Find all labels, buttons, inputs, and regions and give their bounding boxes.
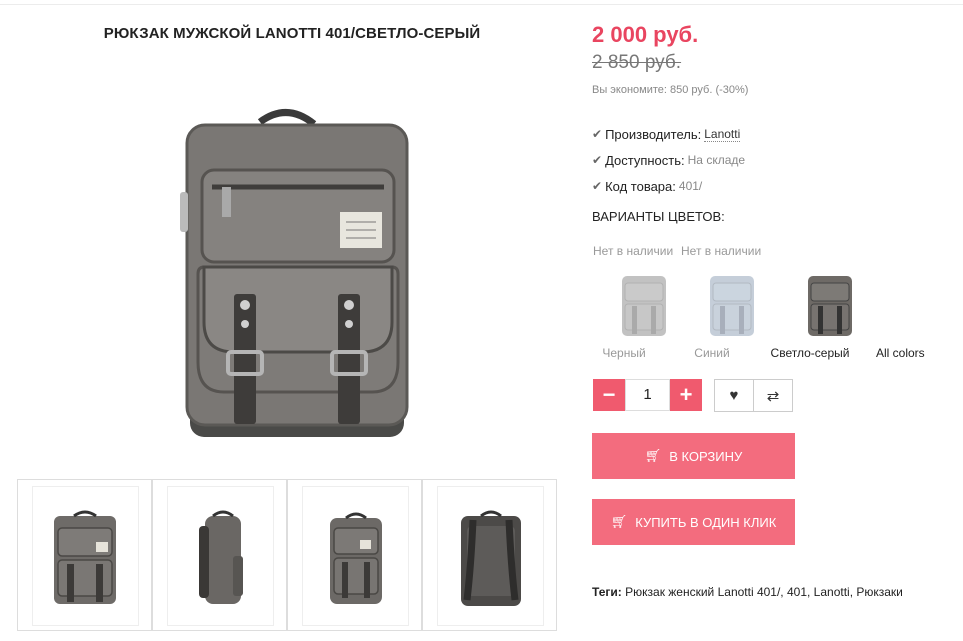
product-title: РЮКЗАК МУЖСКОЙ LANOTTI 401/СВЕТЛО-СЕРЫЙ <box>103 25 481 42</box>
stock-status-blue: Нет в наличии <box>681 244 762 258</box>
all-colors-link[interactable]: All colors <box>876 346 925 360</box>
product-code-value: 401/ <box>678 179 703 193</box>
variant-light-grey[interactable]: Светло-серый <box>771 270 870 360</box>
check-icon: ✔ <box>592 153 603 167</box>
cart-icon: 🛒︎ <box>644 448 662 463</box>
wishlist-button[interactable]: ♥ <box>714 379 754 412</box>
thumbnail-front[interactable] <box>17 479 152 631</box>
add-to-cart-button[interactable]: 🛒︎ В КОРЗИНУ <box>592 433 795 479</box>
variant-label: Черный <box>602 346 646 360</box>
old-price: 2 850 руб. <box>592 52 682 73</box>
thumbnail-back[interactable] <box>422 479 557 631</box>
variant-label: Светло-серый <box>770 346 850 360</box>
product-tags: Теги: Рюкзак женский Lanotti 401/, 401, … <box>592 585 903 599</box>
stock-status-black: Нет в наличии <box>593 244 674 258</box>
quantity-decrease-button[interactable]: − <box>593 379 625 411</box>
savings-text: Вы экономите: 850 руб. (-30%) <box>592 84 749 96</box>
variants-heading: ВАРИАНТЫ ЦВЕТОВ: <box>592 209 725 224</box>
compare-arrows-icon: ⇄ <box>766 387 780 405</box>
availability-value: На складе <box>687 153 746 167</box>
variant-blue[interactable]: Синий <box>692 270 772 360</box>
check-icon: ✔ <box>592 127 603 141</box>
variant-label: Синий <box>694 346 730 360</box>
tags-label: Теги: <box>592 585 622 599</box>
main-product-image[interactable] <box>112 62 462 467</box>
buy-one-click-button[interactable]: 🛒︎ КУПИТЬ В ОДИН КЛИК <box>592 499 795 545</box>
spec-availability: ✔ Доступность: На складе <box>592 147 745 173</box>
buy-one-click-label: КУПИТЬ В ОДИН КЛИК <box>635 514 777 530</box>
cart-icon: 🛒︎ <box>610 514 628 529</box>
tags-links[interactable]: Рюкзак женский Lanotti 401/, 401, Lanott… <box>625 585 903 599</box>
spec-label: Доступность: <box>605 152 685 168</box>
thumbnail-strip <box>17 479 557 631</box>
manufacturer-link[interactable]: Lanotti <box>704 127 741 142</box>
quantity-increase-button[interactable]: + <box>670 379 702 411</box>
thumbnail-angle[interactable] <box>287 479 422 631</box>
spec-manufacturer: ✔ Производитель: Lanotti <box>592 121 745 147</box>
spec-label: Код товара: <box>605 178 676 194</box>
add-to-cart-label: В КОРЗИНУ <box>669 448 743 464</box>
thumbnail-side[interactable] <box>152 479 287 631</box>
compare-button[interactable]: ⇄ <box>753 379 793 412</box>
quantity-input[interactable]: 1 <box>625 379 670 411</box>
spec-code: ✔ Код товара: 401/ <box>592 173 745 199</box>
spec-label: Производитель: <box>605 126 702 142</box>
top-divider <box>0 0 963 5</box>
check-icon: ✔ <box>592 179 603 193</box>
variant-black[interactable]: Черный <box>602 270 684 360</box>
product-specs: ✔ Производитель: Lanotti ✔ Доступность: … <box>592 121 745 199</box>
heart-icon: ♥ <box>729 387 739 404</box>
current-price: 2 000 руб. <box>592 22 699 47</box>
